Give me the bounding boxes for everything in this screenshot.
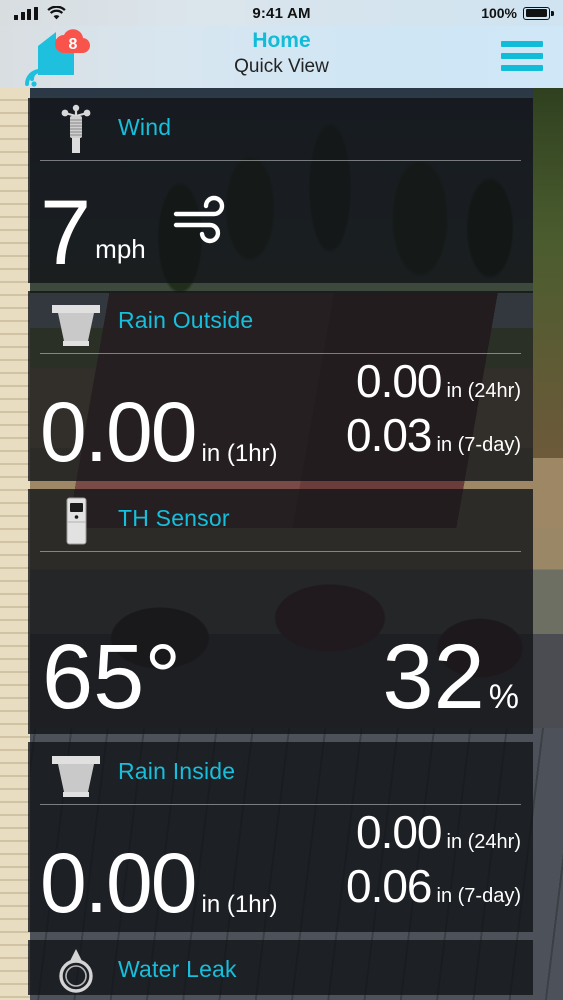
rain-outside-primary-reading: 0.00 in (1hr) — [40, 385, 278, 479]
sensor-card-list: Wind 7 mph Rain Outside 0.00 in (1hr) 0.… — [28, 98, 533, 1000]
card-header-rain-inside: Rain Inside — [28, 742, 533, 805]
card-body-wind: 7 mph — [28, 160, 533, 283]
rain-gauge-icon — [50, 297, 102, 349]
rain-inside-24hr-unit: in (24hr) — [446, 831, 521, 853]
rain-inside-24hr-value: 0.00 — [355, 806, 443, 858]
th-temperature-value: 65° — [42, 626, 182, 728]
anemometer-icon — [50, 104, 102, 156]
page-subtitle: Quick View — [234, 56, 329, 77]
card-body-th-sensor: 65° 32 % — [28, 551, 533, 734]
water-leak-sensor-icon — [50, 946, 102, 995]
hamburger-menu-icon[interactable] — [501, 41, 543, 73]
nav-bar: 8 Home Quick View — [0, 26, 563, 88]
rain-outside-1hr-unit: in (1hr) — [201, 440, 278, 467]
sensor-card-water-leak[interactable]: Water Leak — [28, 940, 533, 995]
rain-inside-1hr-value: 0.00 — [40, 836, 197, 930]
wind-speed-unit: mph — [95, 234, 146, 264]
card-title-rain-inside: Rain Inside — [118, 758, 236, 784]
rain-inside-7day-value: 0.06 — [345, 860, 433, 912]
wind-reading-row: 7 mph — [40, 182, 240, 283]
rain-inside-1hr-unit: in (1hr) — [201, 891, 278, 918]
temperature-humidity-sensor-icon — [50, 495, 102, 547]
card-header-water-leak: Water Leak — [28, 940, 533, 995]
rain-inside-7day-row: 0.06 in (7-day) — [346, 860, 521, 912]
page-title: Home — [252, 29, 311, 52]
card-title-water-leak: Water Leak — [118, 956, 237, 982]
rain-outside-7day-row: 0.03 in (7-day) — [346, 409, 521, 461]
th-humidity-unit: % — [488, 678, 519, 716]
card-header-rain-outside: Rain Outside — [28, 291, 533, 354]
status-bar: 9:41 AM 100% — [0, 0, 563, 26]
th-humidity-value: 32 — [382, 626, 485, 728]
battery-full-icon — [523, 6, 554, 20]
rain-inside-primary-reading: 0.00 in (1hr) — [40, 836, 278, 930]
card-header-th-sensor: TH Sensor — [28, 489, 533, 552]
rain-inside-24hr-row: 0.00 in (24hr) — [346, 806, 521, 858]
rain-outside-7day-unit: in (7-day) — [436, 434, 521, 456]
sensor-card-th-sensor[interactable]: TH Sensor 65° 32 % — [28, 489, 533, 734]
rain-outside-24hr-row: 0.00 in (24hr) — [346, 355, 521, 407]
status-bar-right: 100% — [481, 5, 554, 21]
card-body-rain-outside: 0.00 in (1hr) 0.00 in (24hr) 0.03 in (7-… — [28, 353, 533, 481]
card-title-rain-outside: Rain Outside — [118, 307, 254, 333]
card-header-wind: Wind — [28, 98, 533, 161]
sensor-card-rain-outside[interactable]: Rain Outside 0.00 in (1hr) 0.00 in (24hr… — [28, 291, 533, 481]
sensor-card-wind[interactable]: Wind 7 mph — [28, 98, 533, 283]
rain-outside-7day-value: 0.03 — [345, 409, 433, 461]
rain-outside-secondary-readings: 0.00 in (24hr) 0.03 in (7-day) — [346, 355, 521, 463]
card-title-th-sensor: TH Sensor — [118, 505, 230, 531]
battery-percent-label: 100% — [481, 5, 517, 21]
card-title-wind: Wind — [118, 114, 172, 140]
rain-outside-24hr-value: 0.00 — [355, 355, 443, 407]
rain-inside-7day-unit: in (7-day) — [436, 885, 521, 907]
wind-gust-icon — [172, 194, 240, 275]
background-right-foliage-layer — [533, 88, 563, 458]
rain-inside-secondary-readings: 0.00 in (24hr) 0.06 in (7-day) — [346, 806, 521, 914]
sensor-card-rain-inside[interactable]: Rain Inside 0.00 in (1hr) 0.00 in (24hr)… — [28, 742, 533, 932]
rain-outside-1hr-value: 0.00 — [40, 385, 197, 479]
status-bar-time: 9:41 AM — [252, 4, 311, 22]
rain-gauge-icon — [50, 748, 102, 800]
nav-title-group: Home Quick View — [0, 28, 563, 80]
wind-speed-value: 7 — [40, 182, 92, 283]
background-house-siding-layer — [0, 88, 30, 1000]
th-humidity-reading: 32 % — [382, 626, 519, 728]
rain-outside-24hr-unit: in (24hr) — [446, 380, 521, 402]
card-body-rain-inside: 0.00 in (1hr) 0.00 in (24hr) 0.06 in (7-… — [28, 804, 533, 932]
